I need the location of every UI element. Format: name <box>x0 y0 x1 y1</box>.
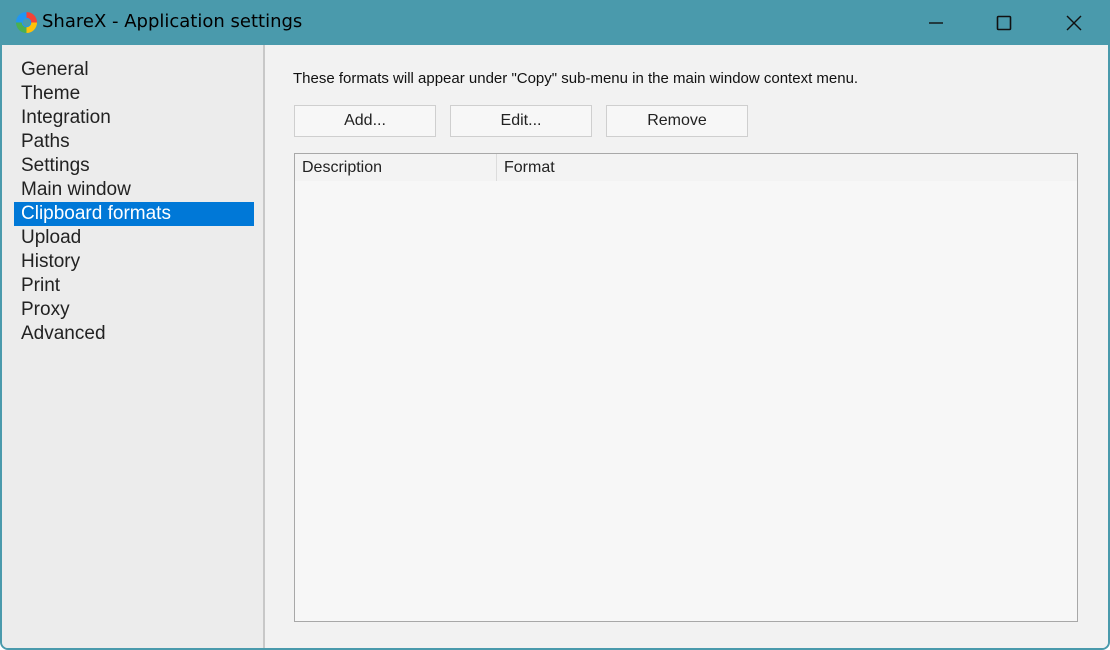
panel-description: These formats will appear under "Copy" s… <box>293 70 859 87</box>
maximize-button[interactable] <box>968 0 1040 45</box>
sidebar-item-history[interactable]: History <box>14 250 254 274</box>
window-title: ShareX - Application settings <box>42 11 303 32</box>
sidebar-item-main-window[interactable]: Main window <box>14 178 254 202</box>
column-header-description[interactable]: Description <box>295 154 497 181</box>
sidebar-item-print[interactable]: Print <box>14 274 254 298</box>
add-button[interactable]: Add... <box>294 105 436 137</box>
minimize-icon <box>929 21 943 24</box>
list-header: Description Format <box>295 154 1077 181</box>
edit-button[interactable]: Edit... <box>450 105 592 137</box>
clipboard-formats-list[interactable]: Description Format <box>294 153 1078 622</box>
settings-sidebar: General Theme Integration Paths Settings… <box>2 45 265 648</box>
maximize-icon <box>996 15 1012 30</box>
sidebar-item-advanced[interactable]: Advanced <box>14 322 254 346</box>
sidebar-item-proxy[interactable]: Proxy <box>14 298 254 322</box>
close-icon <box>1066 15 1082 30</box>
close-button[interactable] <box>1038 0 1108 45</box>
list-body[interactable] <box>295 181 1077 621</box>
sidebar-item-general[interactable]: General <box>14 58 254 82</box>
minimize-button[interactable] <box>900 0 972 45</box>
sidebar-item-upload[interactable]: Upload <box>14 226 254 250</box>
title-bar[interactable]: ShareX - Application settings <box>2 0 1108 45</box>
sharex-logo-icon <box>15 11 38 34</box>
sidebar-item-theme[interactable]: Theme <box>14 82 254 106</box>
clipboard-formats-panel: These formats will appear under "Copy" s… <box>265 45 1108 648</box>
settings-nav-list: General Theme Integration Paths Settings… <box>14 58 254 346</box>
sidebar-item-clipboard-formats[interactable]: Clipboard formats <box>14 202 254 226</box>
column-header-format[interactable]: Format <box>497 154 1077 181</box>
remove-button[interactable]: Remove <box>606 105 748 137</box>
settings-window: ShareX - Application settings General Th… <box>0 0 1110 650</box>
sidebar-item-paths[interactable]: Paths <box>14 130 254 154</box>
sidebar-item-integration[interactable]: Integration <box>14 106 254 130</box>
sidebar-item-settings[interactable]: Settings <box>14 154 254 178</box>
